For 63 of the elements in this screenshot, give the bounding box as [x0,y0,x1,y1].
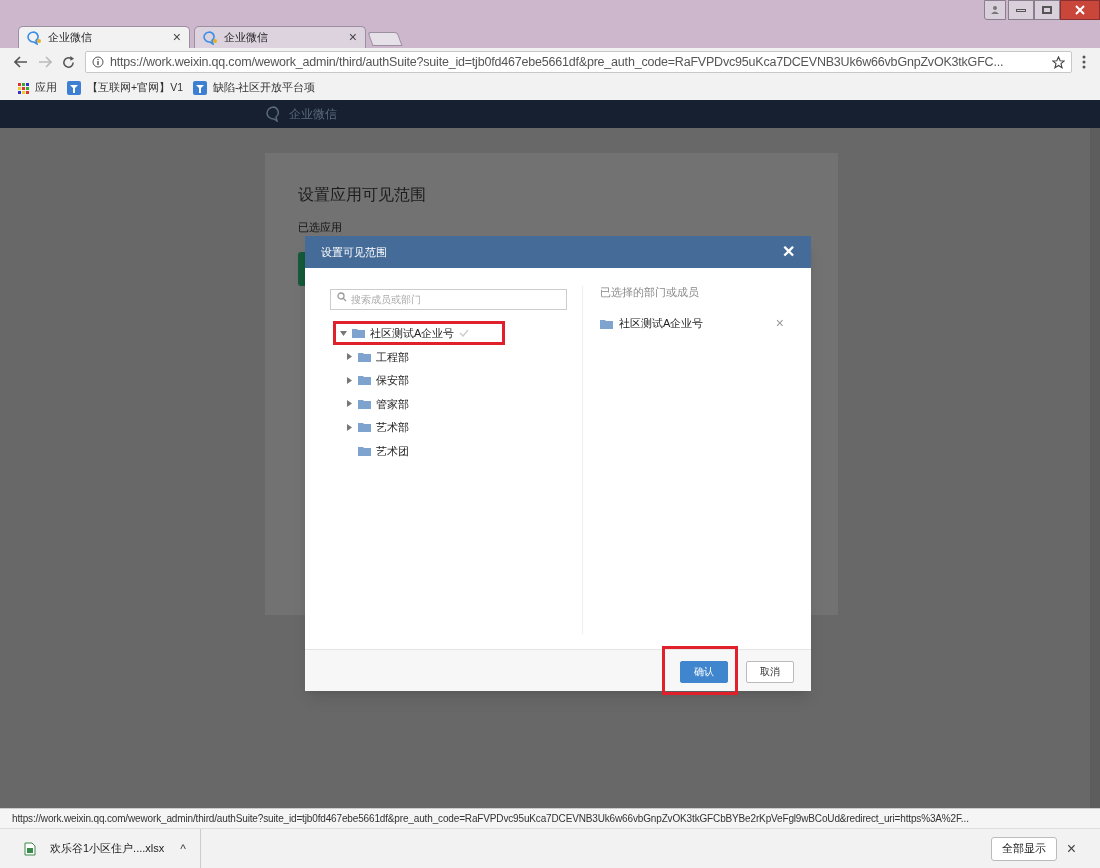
folder-icon [358,375,371,386]
selected-item: 社区测试A企业号 [619,316,705,332]
site-logo-icon [67,81,81,95]
selected-heading: 已选择的部门或成员 [600,285,700,300]
folder-icon [358,445,371,456]
tree-item[interactable]: 艺术团 [376,442,409,459]
folder-icon [358,351,371,362]
search-icon [337,292,347,302]
collapsed-caret-icon[interactable] [346,353,353,361]
collapsed-caret-icon[interactable] [346,376,353,384]
download-item[interactable]: 欢乐谷1小区住户....xlsx ^ [24,839,186,858]
folder-icon [358,422,371,433]
bookmark[interactable]: 缺陷-社区开放平台项 [193,80,316,96]
tree-item[interactable]: 保安部 [376,372,409,389]
cancel-button[interactable]: 取消 [746,660,794,683]
bookmark[interactable]: 【互联网+官网】V1 [67,80,183,96]
tab-close-button[interactable]: × [172,27,181,48]
person-icon [990,5,1000,15]
show-all-button[interactable]: 全部显示 [990,836,1057,861]
tab-close-button[interactable]: × [348,27,357,48]
back-icon[interactable] [14,56,28,68]
close-icon [1075,5,1085,15]
chat-bubble-icon [203,30,219,45]
maximize-button[interactable] [1034,0,1060,20]
apps-grid-icon [18,82,29,94]
new-tab-button[interactable] [367,32,403,46]
bookmark[interactable]: 应用 [18,80,57,96]
tree-item[interactable]: 工程部 [376,348,409,365]
reload-icon[interactable] [62,55,75,69]
star-icon[interactable] [1052,55,1065,69]
tree-item[interactable]: 艺术部 [376,419,409,436]
address-bar[interactable]: https://work.weixin.qq.com/wework_admin/third/authSuite?suite_id=tjb0fd467ebe5661df&pre_auth_code=RaFVPDvc95uKca7DCEVNB3Uk6w66vbGnpZvOK3tkGFC... [85,51,1072,73]
collapsed-caret-icon[interactable] [346,400,353,408]
minimize-button[interactable] [1008,0,1034,20]
collapsed-caret-icon[interactable] [346,423,353,431]
confirm-button[interactable]: 确认 [680,660,728,683]
site-logo-icon [193,81,207,95]
url-text: https://work.weixin.qq.com/wework_admin/third/authSuite?suite_id=tjb0fd467ebe5661df&pre_auth_code=RaFVPDvc95uKca7DCEVNB3Uk6w66vbGnpZvOK3tkGFC... [110,53,1005,71]
caret-icon[interactable]: ^ [180,839,186,858]
dialog-title: 设置可见范围 [321,244,387,260]
tree-item[interactable]: 社区测试A企业号 [370,324,455,342]
chat-bubble-icon [27,30,43,45]
folder-icon [600,318,613,329]
logo-text: 企业微信 [289,106,337,123]
browser-tab[interactable]: 企业微信 × [18,26,190,48]
folder-icon [358,398,371,409]
search-field[interactable]: 搜索成员或部门 [330,289,567,310]
status-url: https://work.weixin.qq.com/wework_admin/third/authSuite?suite_id=tjb0fd467ebe5661df&pre_auth_code=RaFVPDvc95uKca7DCEVNB3Uk6w66vbGnpZvOK3tkGFCbBYBe2rKpVeFgl9wBCoUd&redirect_uri=https%3A%2F... [0,808,1100,828]
section-label: 已选应用 [298,221,343,234]
close-icon[interactable]: ✕ [782,240,795,264]
info-icon[interactable] [92,56,104,68]
tree-item[interactable]: 管家部 [376,395,409,412]
expanded-caret-icon[interactable] [340,329,347,337]
close-bar-button[interactable]: × [1066,836,1076,861]
page-title: 设置应用可见范围 [298,185,427,205]
spreadsheet-file-icon [24,841,36,856]
menu-icon[interactable] [1082,55,1086,69]
tab-title: 企业微信 [48,30,93,46]
browser-tab[interactable]: 企业微信 × [194,26,366,48]
close-window-button[interactable] [1060,0,1100,20]
folder-icon [352,328,365,338]
tab-title: 企业微信 [224,30,269,46]
account-button[interactable] [984,0,1006,20]
